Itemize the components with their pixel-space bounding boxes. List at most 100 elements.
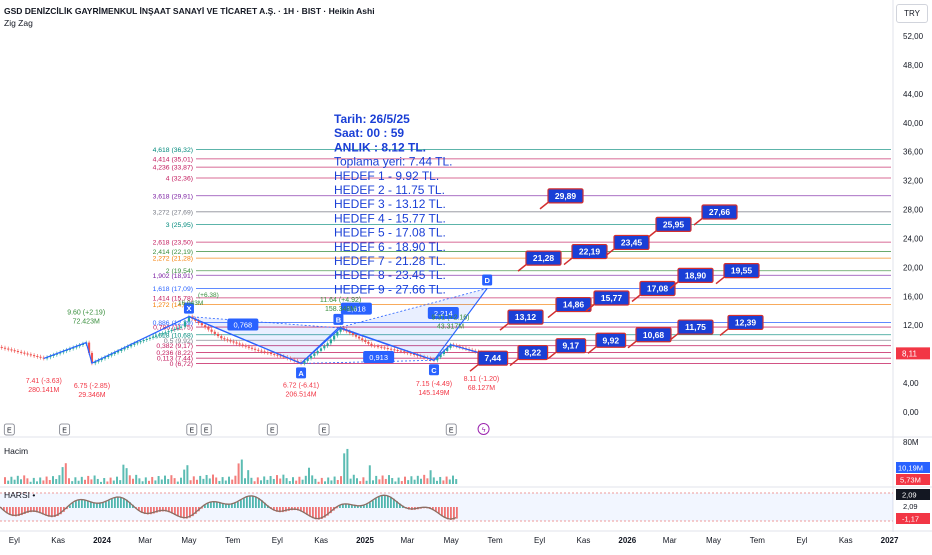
volume-bar bbox=[288, 481, 291, 484]
candle-body bbox=[329, 339, 332, 344]
x-tick-label: May bbox=[706, 536, 721, 545]
volume-bar bbox=[157, 476, 160, 484]
zigzag-annotation: 43.317M bbox=[437, 323, 464, 330]
volume-bar bbox=[362, 477, 365, 484]
x-tick-label: May bbox=[444, 536, 459, 545]
fib-level-label: 2,618 (23,50) bbox=[153, 240, 193, 247]
volume-bar bbox=[237, 463, 240, 484]
volume-bar bbox=[416, 475, 419, 484]
candle-body bbox=[200, 323, 203, 326]
info-line: HEDEF 3 - 13.12 TL. bbox=[334, 197, 446, 211]
candle-body bbox=[204, 325, 207, 328]
target-label: 9,17 bbox=[563, 341, 580, 351]
zigzag-annotation: 206.514M bbox=[285, 391, 316, 398]
x-tick-label: Kas bbox=[51, 536, 65, 545]
volume-bar bbox=[119, 480, 122, 484]
volume-bar bbox=[276, 475, 278, 484]
x-tick-label: 2025 bbox=[356, 536, 374, 545]
candle-body bbox=[319, 348, 323, 351]
volume-bar bbox=[170, 475, 173, 484]
candle-body bbox=[167, 331, 170, 333]
pattern-point-label: A bbox=[298, 369, 304, 378]
candle-body bbox=[3, 347, 7, 349]
target-label: 25,95 bbox=[663, 219, 685, 229]
currency-button[interactable]: TRY bbox=[896, 4, 928, 23]
zigzag-annotation: 8.11 (-1.20) bbox=[464, 376, 500, 383]
candle-body bbox=[269, 353, 273, 355]
volume-bar bbox=[4, 477, 6, 484]
info-line: HEDEF 2 - 11.75 TL. bbox=[334, 183, 445, 197]
indicator-label[interactable]: Zig Zag bbox=[4, 18, 33, 28]
rsi-candle bbox=[72, 502, 74, 508]
volume-bar bbox=[317, 481, 320, 484]
rsi-candle bbox=[120, 497, 122, 508]
candle-body bbox=[183, 321, 187, 327]
symbol-title[interactable]: GSD DENİZCİLİK GAYRİMENKUL İNŞAAT SANAYİ… bbox=[4, 6, 375, 16]
candle-body bbox=[210, 329, 213, 332]
rsi-candle bbox=[372, 500, 374, 508]
volume-bar bbox=[103, 478, 106, 484]
y-tick-label: 48,00 bbox=[903, 61, 924, 70]
chart-canvas[interactable]: 52,00 48,00 44,00 40,00 36,00 32,00 28,00 24,00… bbox=[0, 0, 932, 550]
volume-bar bbox=[368, 465, 371, 484]
rsi-candle bbox=[75, 501, 77, 508]
x-tick-label: 2024 bbox=[93, 536, 111, 545]
volume-bar bbox=[263, 476, 266, 484]
candle-body bbox=[323, 345, 326, 349]
volume-bar bbox=[164, 475, 166, 484]
volume-bar bbox=[324, 481, 326, 484]
target-label: 21,28 bbox=[533, 253, 555, 263]
volume-bar bbox=[327, 477, 330, 484]
volume-bar bbox=[16, 475, 19, 484]
volume-bar bbox=[93, 475, 96, 484]
volume-last-label: 10,19M bbox=[898, 464, 923, 473]
earnings-marker-label: E bbox=[7, 428, 12, 435]
volume-bar bbox=[132, 478, 134, 484]
volume-bar bbox=[26, 478, 29, 484]
candle-body bbox=[223, 338, 226, 340]
candle-body bbox=[176, 327, 180, 329]
volume-bar bbox=[228, 476, 230, 484]
candle-body bbox=[351, 333, 355, 335]
x-tick-label: Kas bbox=[314, 536, 328, 545]
info-line: HEDEF 6 - 18.90 TL. bbox=[334, 240, 446, 254]
rsi-candle bbox=[99, 503, 101, 508]
candle-body bbox=[336, 331, 339, 336]
volume-bar bbox=[250, 477, 253, 484]
fib-level-label: 4 (32,36) bbox=[166, 176, 193, 183]
volume-bar bbox=[336, 480, 339, 484]
volume-bar bbox=[23, 475, 26, 484]
candle-body bbox=[373, 345, 376, 347]
volume-bar bbox=[77, 480, 80, 484]
rsi-candle bbox=[105, 501, 107, 508]
volume-bar bbox=[442, 480, 445, 484]
candle-body bbox=[309, 355, 313, 359]
candle-body bbox=[361, 338, 364, 341]
y-tick-label: 44,00 bbox=[903, 90, 924, 99]
zigzag-annotation: 9.31 (+2.16) bbox=[432, 314, 470, 321]
rsi-candle bbox=[81, 499, 83, 508]
volume-bar bbox=[407, 480, 410, 484]
rsi-candle bbox=[378, 496, 380, 508]
rsi-candle bbox=[447, 507, 449, 520]
volume-bar bbox=[128, 475, 131, 484]
candle-body bbox=[276, 354, 279, 356]
target-label: 17,08 bbox=[647, 284, 669, 294]
volume-bar bbox=[196, 479, 198, 484]
target-label: 8,22 bbox=[525, 348, 542, 358]
volume-bar bbox=[292, 477, 294, 484]
fib-level-label: 0 (6,72) bbox=[170, 361, 193, 368]
fib-level-label: 1,902 (18,91) bbox=[153, 273, 193, 280]
earnings-marker-label: E bbox=[189, 428, 194, 435]
volume-bar bbox=[87, 475, 90, 484]
rsi-candle bbox=[234, 503, 236, 508]
candle-body bbox=[396, 349, 399, 351]
volume-bar bbox=[365, 480, 368, 484]
volume-bar bbox=[192, 476, 195, 484]
volume-bar bbox=[180, 477, 182, 484]
volume-bar bbox=[202, 478, 205, 484]
x-tick-label: Mar bbox=[138, 536, 152, 545]
earnings-marker-label: E bbox=[62, 428, 67, 435]
volume-bar bbox=[218, 480, 221, 484]
volume-bar bbox=[240, 459, 243, 484]
